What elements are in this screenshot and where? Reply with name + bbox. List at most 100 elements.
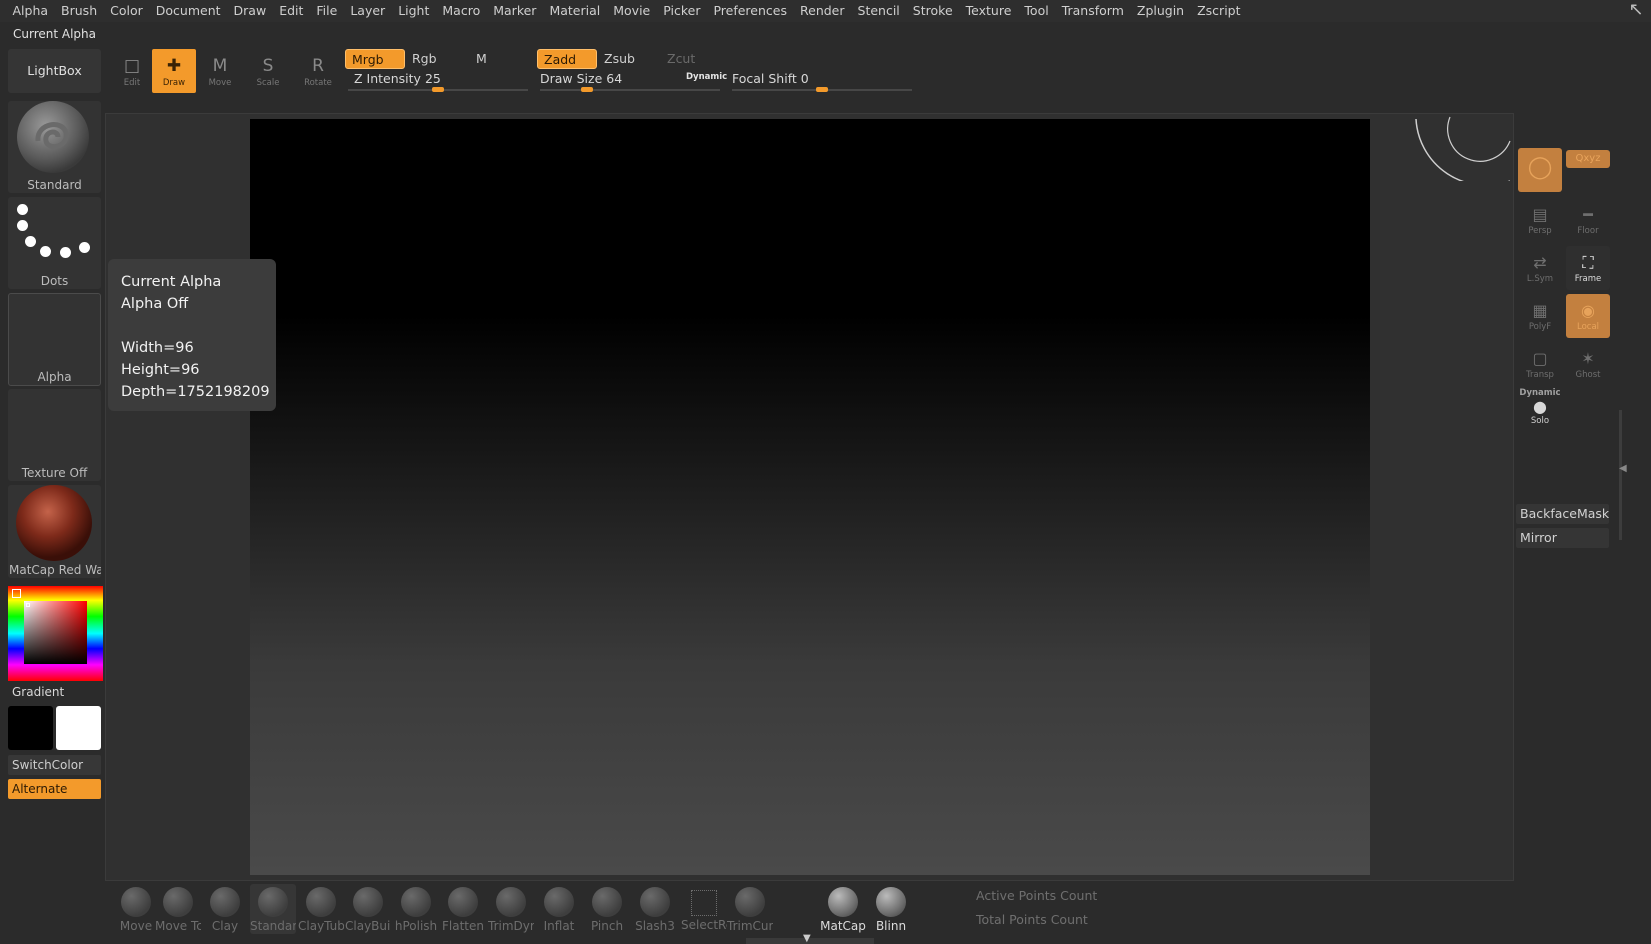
menu-brush[interactable]: Brush	[55, 0, 104, 22]
secondary-color-swatch[interactable]	[56, 706, 101, 750]
persp-button[interactable]: ▤ Persp	[1518, 198, 1562, 242]
brush-shelf-item[interactable]: Pinch	[584, 884, 630, 934]
transparency-icon: ▢	[1532, 349, 1548, 368]
focal-shift-slider[interactable]: Focal Shift 0	[732, 71, 809, 86]
brush-shelf-label: TrimCur	[727, 919, 773, 933]
polyf-button[interactable]: ▦ PolyF	[1518, 294, 1562, 338]
backface-mask-button[interactable]: BackfaceMask	[1516, 504, 1609, 524]
frame-button[interactable]: ⛶ Frame	[1566, 246, 1610, 290]
floor-button[interactable]: ━ Floor	[1566, 198, 1610, 242]
menu-draw[interactable]: Draw	[227, 0, 273, 22]
brush-shelf-item[interactable]: ClayBuil	[345, 884, 391, 934]
canvas-viewport[interactable]	[250, 119, 1370, 875]
transp-button[interactable]: ▢ Transp	[1518, 342, 1562, 386]
material-shelf-item[interactable]: Blinn	[868, 884, 914, 934]
draw-size-knob[interactable]	[581, 87, 593, 92]
menu-movie[interactable]: Movie	[607, 0, 657, 22]
draw-button[interactable]: ✚ Draw	[152, 49, 196, 93]
color-picker-square[interactable]	[24, 601, 87, 664]
menu-zscript[interactable]: Zscript	[1191, 0, 1247, 22]
menu-zplugin[interactable]: Zplugin	[1130, 0, 1190, 22]
brush-shelf-item[interactable]: TrimDyr	[488, 884, 534, 934]
color-picker-marker[interactable]	[12, 589, 21, 598]
gradient-toggle[interactable]: Gradient	[12, 685, 64, 699]
current-stroke-tile[interactable]: Dots	[8, 197, 101, 289]
brush-shelf-item[interactable]: hPolish	[393, 884, 439, 934]
brush-shelf-item[interactable]: Standar	[250, 884, 296, 934]
move-button[interactable]: M Move	[198, 49, 242, 93]
edit-button[interactable]: □ Edit	[110, 49, 154, 93]
local-button[interactable]: ◉ Local	[1566, 294, 1610, 338]
brush-shelf-label: ClayTub	[298, 919, 344, 933]
brush-shelf-item[interactable]: ClayTub	[298, 884, 344, 934]
solo-button[interactable]: Dynamic ● Solo	[1518, 386, 1562, 430]
mirror-button[interactable]: Mirror	[1516, 528, 1609, 548]
m-button[interactable]: M	[470, 49, 530, 69]
menu-tool[interactable]: Tool	[1018, 0, 1055, 22]
menu-marker[interactable]: Marker	[487, 0, 543, 22]
mrgb-button[interactable]: Mrgb	[345, 49, 405, 69]
zsub-button[interactable]: Zsub	[598, 49, 658, 69]
menu-stencil[interactable]: Stencil	[851, 0, 906, 22]
brush-shelf-label: ClayBuil	[345, 919, 391, 933]
right-tray-scrollbar[interactable]	[1619, 410, 1622, 540]
menu-layer[interactable]: Layer	[344, 0, 392, 22]
current-texture-tile[interactable]: Texture Off	[8, 389, 101, 481]
draw-size-slider[interactable]: Draw Size 64	[540, 71, 622, 86]
menu-file[interactable]: File	[310, 0, 344, 22]
collapse-arrow-icon[interactable]: ◀	[1619, 463, 1627, 474]
brush-shelf-item[interactable]: Move Tc	[155, 884, 201, 934]
zcut-button[interactable]: Zcut	[661, 49, 721, 69]
menu-texture[interactable]: Texture	[959, 0, 1018, 22]
brush-shelf-item[interactable]: SelectRe	[681, 884, 727, 934]
saturation-marker[interactable]	[26, 603, 30, 607]
brush-thumbnail-icon	[448, 887, 478, 917]
menu-document[interactable]: Document	[149, 0, 227, 22]
switch-color-button[interactable]: SwitchColor	[8, 755, 101, 775]
corner-arrow-icon[interactable]: ↖	[1625, 0, 1647, 22]
brush-shelf-item[interactable]: Clay	[202, 884, 248, 934]
scale-button[interactable]: S Scale	[246, 49, 290, 93]
menu-render[interactable]: Render	[794, 0, 852, 22]
lightbox-button[interactable]: LightBox	[8, 49, 101, 93]
expand-arrow-icon[interactable]: ▼	[803, 933, 811, 944]
xyz-button[interactable]: Qxyz	[1566, 150, 1610, 168]
menu-edit[interactable]: Edit	[273, 0, 310, 22]
brush-shelf-item[interactable]: Slash3	[632, 884, 678, 934]
menu-light[interactable]: Light	[392, 0, 436, 22]
lsym-label: L.Sym	[1526, 274, 1554, 284]
brush-shelf-item[interactable]: Move	[113, 884, 159, 934]
menu-alpha[interactable]: Alpha	[6, 0, 55, 22]
current-brush-tile[interactable]: Standard	[8, 101, 101, 193]
rgb-button[interactable]: Rgb	[406, 49, 466, 69]
menu-color[interactable]: Color	[104, 0, 150, 22]
focal-shift-knob[interactable]	[816, 87, 828, 92]
brush-shelf-item[interactable]: Flatten	[440, 884, 486, 934]
draw-size-track[interactable]	[540, 89, 720, 91]
material-shelf-item[interactable]: MatCap	[820, 884, 866, 934]
lsym-button[interactable]: ⇄ L.Sym	[1518, 246, 1562, 290]
current-material-tile[interactable]: MatCap Red Wax	[8, 485, 101, 578]
brush-shelf-item[interactable]: Inflat	[536, 884, 582, 934]
menu-transform[interactable]: Transform	[1055, 0, 1130, 22]
navigation-gyro-icon[interactable]	[1412, 111, 1512, 181]
rotate-button[interactable]: R Rotate	[296, 49, 340, 93]
object-sphere-button[interactable]: ◯	[1518, 148, 1562, 192]
ghost-button[interactable]: ✶ Ghost	[1566, 342, 1610, 386]
menu-material[interactable]: Material	[543, 0, 607, 22]
z-intensity-label: Z Intensity	[354, 71, 421, 86]
zadd-button[interactable]: Zadd	[537, 49, 597, 69]
menu-preferences[interactable]: Preferences	[707, 0, 794, 22]
main-color-swatch[interactable]	[8, 706, 53, 750]
brush-shelf-item[interactable]: TrimCur	[727, 884, 773, 934]
brush-thumbnail-icon	[691, 890, 717, 916]
menu-picker[interactable]: Picker	[657, 0, 707, 22]
dynamic-size-toggle[interactable]: Dynamic	[686, 72, 727, 82]
menu-macro[interactable]: Macro	[436, 0, 487, 22]
alternate-button[interactable]: Alternate	[8, 779, 101, 799]
z-intensity-slider[interactable]: Z Intensity 25	[354, 71, 441, 86]
z-intensity-knob[interactable]	[432, 87, 444, 92]
stroke-dot	[25, 236, 36, 247]
menu-stroke[interactable]: Stroke	[906, 0, 959, 22]
current-alpha-tile[interactable]: Alpha	[8, 293, 101, 386]
